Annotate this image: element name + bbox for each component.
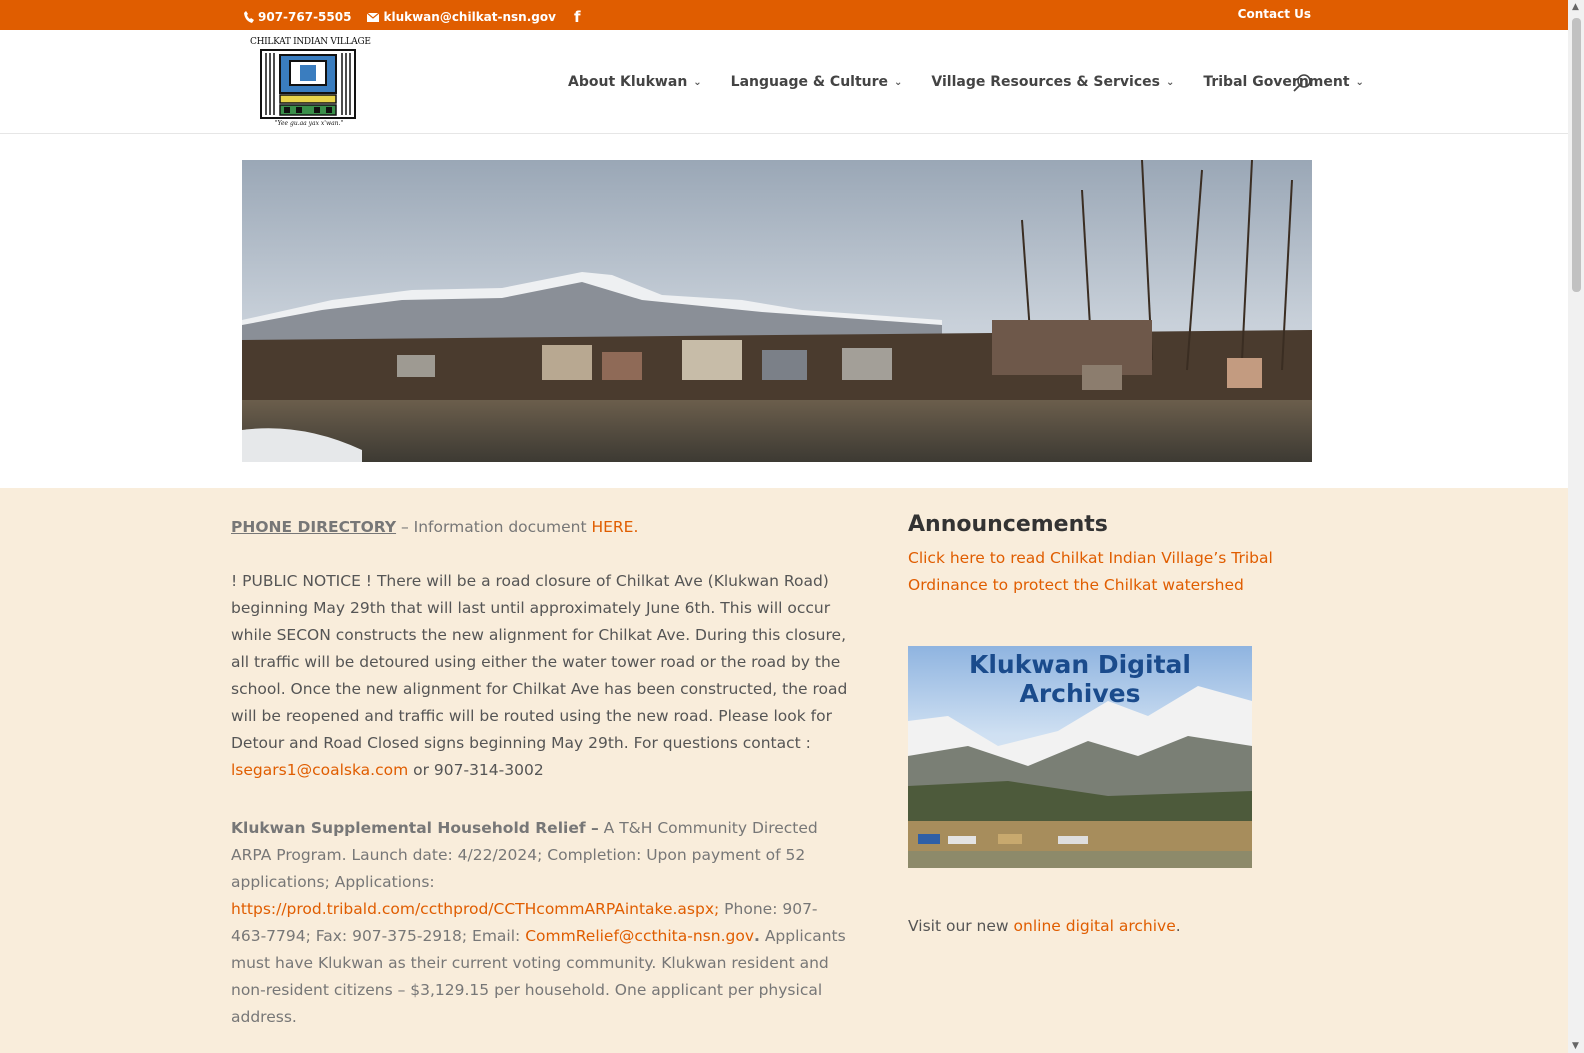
phone-link[interactable]: 907-767-5505 [244,10,351,24]
scrollbar-thumb[interactable] [1572,18,1581,292]
email-address: klukwan@chilkat-nsn.gov [383,10,556,24]
content-band: PHONE DIRECTORY – Information document H… [0,488,1568,1053]
archives-title: Klukwan Digital Archives [968,650,1191,708]
village-photo [242,160,1312,462]
digital-archives-banner[interactable]: Klukwan Digital Archives [908,646,1252,868]
phone-icon [244,11,254,23]
logo-emblem [260,49,356,119]
visit-archive-line: Visit our new online digital archive. [908,917,1181,935]
phone-directory-link[interactable]: PHONE DIRECTORY [231,518,396,536]
main-column: PHONE DIRECTORY – Information document H… [231,514,851,1053]
tribal-ordinance-link[interactable]: Click here to read Chilkat Indian Villag… [908,545,1288,599]
nav-item-resources[interactable]: Village Resources & Services ⌄ [931,74,1174,90]
nav-item-government[interactable]: Tribal Government ⌄ [1203,74,1364,90]
announcements-heading: Announcements [908,512,1108,537]
scroll-down-arrow-icon[interactable]: ▼ [1572,1041,1579,1051]
chevron-down-icon: ⌄ [693,76,702,88]
notice-tail: or 907-314-3002 [408,761,544,779]
visit-post: . [1175,917,1181,935]
nav-label: Language & Culture [730,74,889,90]
relief-application-link[interactable]: https://prod.tribald.com/ccthprod/CCTHco… [231,900,719,918]
information-document-link[interactable]: HERE. [591,518,638,536]
chevron-down-icon: ⌄ [894,76,903,88]
nav-label: About Klukwan [568,74,688,90]
nav-item-language[interactable]: Language & Culture ⌄ [731,74,903,90]
logo-title: CHILKAT INDIAN VILLAGE [250,37,371,47]
scroll-up-arrow-icon[interactable]: ▲ [1572,2,1579,12]
online-digital-archive-link[interactable]: online digital archive [1014,917,1176,935]
mail-icon [367,12,380,22]
relief-title: Klukwan Supplemental Household Relief – [231,819,599,837]
search-icon[interactable] [1292,73,1312,93]
nav-item-about[interactable]: About Klukwan ⌄ [568,74,702,90]
nav-label: Tribal Government [1203,74,1350,90]
visit-pre: Visit our new [908,917,1014,935]
logo-motto: "Yee gu.aa yax x'wan." [274,120,344,127]
notice-email-link[interactable]: lsegars1@coalska.com [231,761,408,779]
page-scrollbar[interactable]: ▲ ▼ [1568,0,1584,1053]
site-header: CHILKAT INDIAN VILLAGE "Yee gu.aa yax x'… [0,30,1568,134]
sidebar: Announcements Click here to read Chilkat… [908,509,1288,935]
public-notice: ! PUBLIC NOTICE ! There will be a road c… [231,568,851,784]
relief-email-link[interactable]: CommRelief@ccthita-nsn.gov [525,927,754,945]
notice-text: ! PUBLIC NOTICE ! There will be a road c… [231,572,848,752]
facebook-icon[interactable]: f [574,8,581,26]
top-bar: 907-767-5505 klukwan@chilkat-nsn.gov f C… [0,0,1568,30]
hero-image [242,160,1312,462]
nav-label: Village Resources & Services [931,74,1160,90]
directory-line: PHONE DIRECTORY – Information document H… [231,514,851,541]
relief-paragraph: Klukwan Supplemental Household Relief – … [231,815,851,1031]
main-nav: About Klukwan ⌄ Language & Culture ⌄ Vil… [568,74,1393,90]
chevron-down-icon: ⌄ [1165,76,1175,88]
contact-us-link[interactable]: Contact Us [1238,7,1311,21]
phone-number: 907-767-5505 [258,10,352,24]
top-bar-contacts: 907-767-5505 klukwan@chilkat-nsn.gov f [244,8,580,26]
chevron-down-icon: ⌄ [1355,76,1364,88]
logo[interactable]: CHILKAT INDIAN VILLAGE "Yee gu.aa yax x'… [250,37,371,129]
email-link[interactable]: klukwan@chilkat-nsn.gov [367,10,556,24]
directory-separator: – Information document [396,518,592,536]
